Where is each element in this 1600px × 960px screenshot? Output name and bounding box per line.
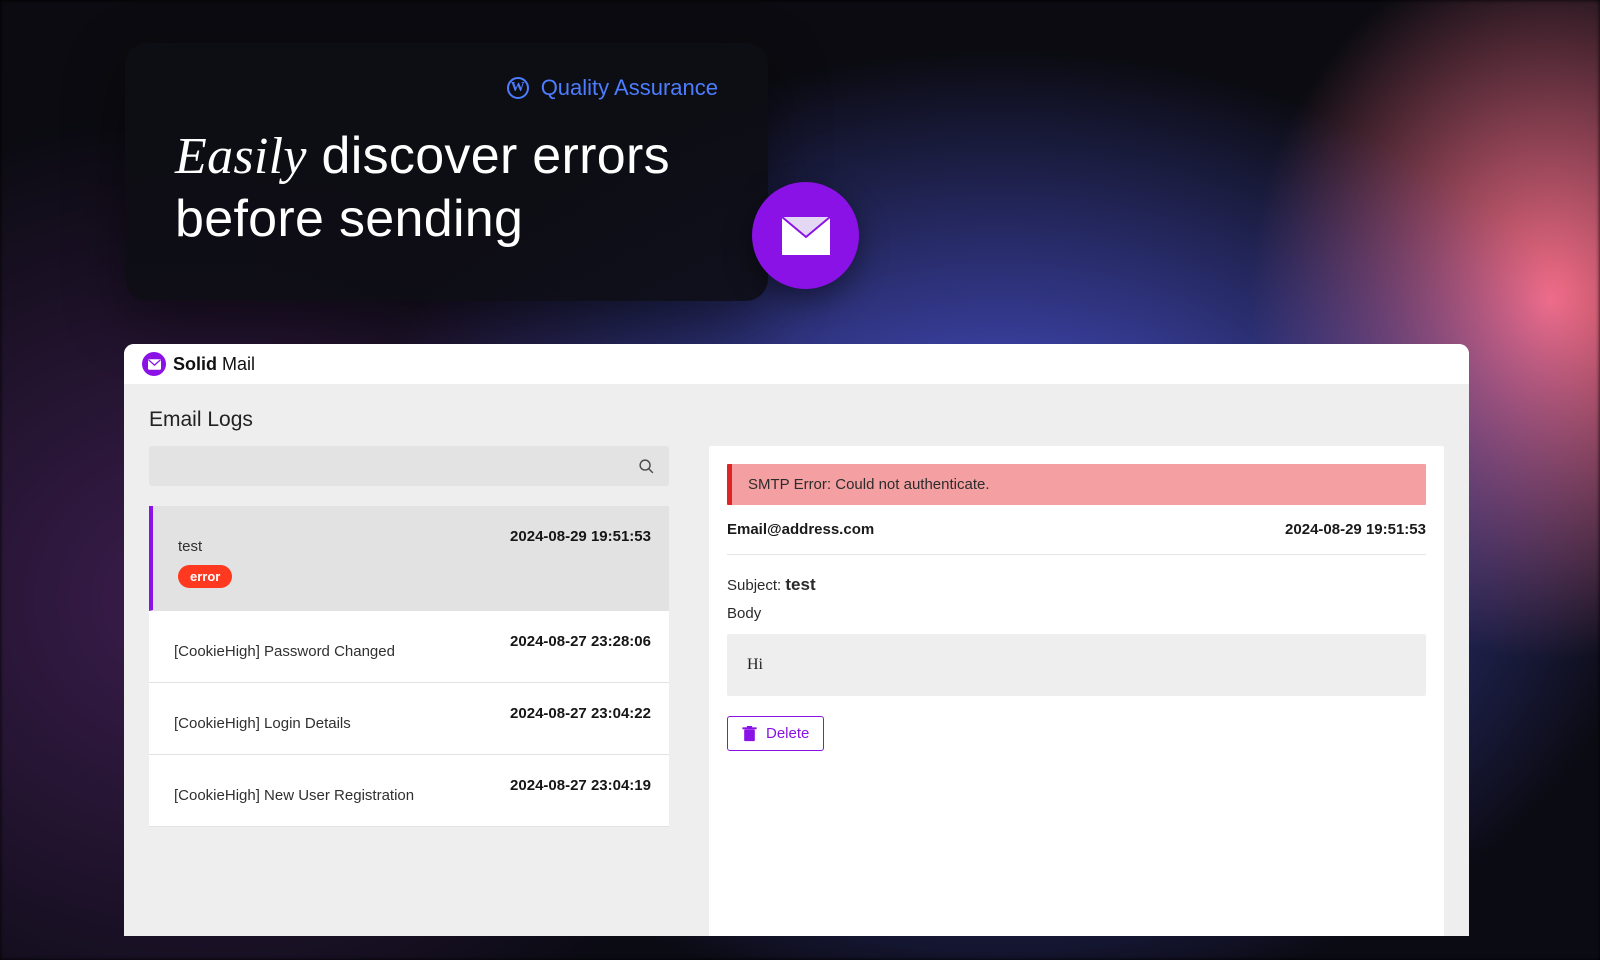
hero-card: W Quality Assurance Easily discover erro… [125,43,768,301]
item-date: 2024-08-27 23:04:19 [510,777,651,794]
delete-label: Delete [766,725,809,742]
status-badge: error [178,565,232,588]
recipient: Email@address.com [727,521,874,538]
hero-headline-em: Easily [175,128,307,185]
list-item[interactable]: 2024-08-27 23:04:22 [CookieHigh] Login D… [149,683,669,755]
subject-label: Subject: [727,577,781,594]
detail-timestamp: 2024-08-29 19:51:53 [1285,521,1426,538]
item-date: 2024-08-29 19:51:53 [510,528,651,545]
trash-icon [742,726,757,742]
body-label: Body [727,605,1426,622]
search-icon [638,458,655,475]
app-window: Solid Mail Email Logs 2024-08-29 19:51:5… [124,344,1469,936]
detail-panel: SMTP Error: Could not authenticate. Emai… [709,446,1444,936]
body-content: Hi [727,634,1426,696]
list-item[interactable]: 2024-08-27 23:28:06 [CookieHigh] Passwor… [149,611,669,683]
brand-name: Solid Mail [173,354,255,375]
search-input[interactable] [149,446,669,486]
email-list: 2024-08-29 19:51:53 test error 2024-08-2… [149,506,669,827]
hero-tag: Quality Assurance [541,75,718,101]
subject-value: test [785,575,815,594]
list-item[interactable]: 2024-08-29 19:51:53 test error [149,506,669,611]
error-alert: SMTP Error: Could not authenticate. [727,464,1426,505]
mail-badge-icon [752,182,859,289]
page-title: Email Logs [149,408,1469,432]
list-item[interactable]: 2024-08-27 23:04:19 [CookieHigh] New Use… [149,755,669,827]
wordpress-icon: W [507,77,529,99]
app-titlebar: Solid Mail [124,344,1469,384]
delete-button[interactable]: Delete [727,716,824,751]
hero-headline: Easily discover errors before sending [175,125,718,252]
subject-line: Subject: test [727,575,1426,595]
item-date: 2024-08-27 23:04:22 [510,705,651,722]
brand-icon [142,352,166,376]
sidebar: 2024-08-29 19:51:53 test error 2024-08-2… [149,446,669,936]
item-date: 2024-08-27 23:28:06 [510,633,651,650]
